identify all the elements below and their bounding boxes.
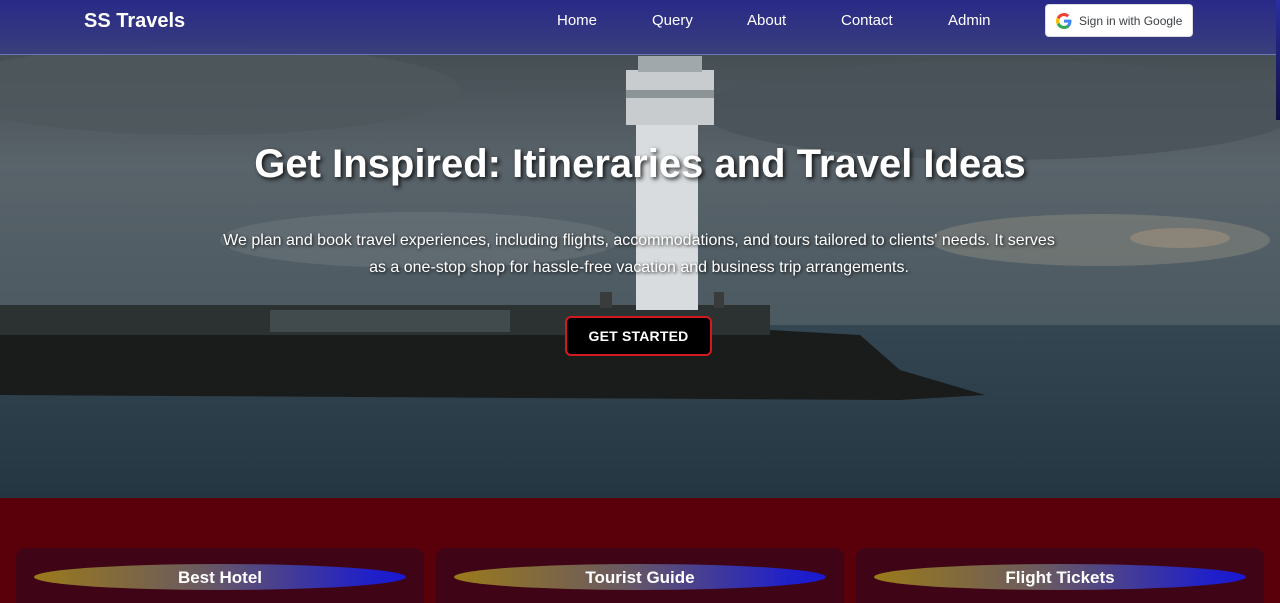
card-title-ellipse: Best Hotel xyxy=(34,564,406,590)
scrollbar-edge xyxy=(1276,0,1280,120)
card-title-ellipse: Flight Tickets xyxy=(874,564,1246,590)
service-card-best-hotel[interactable]: Best Hotel xyxy=(16,548,424,603)
hero-description: We plan and book travel experiences, inc… xyxy=(223,232,1055,276)
google-signin-button[interactable]: Sign in with Google xyxy=(1045,4,1193,37)
nav-link-query[interactable]: Query xyxy=(652,12,693,29)
nav-link-contact[interactable]: Contact xyxy=(841,12,893,29)
nav-link-admin[interactable]: Admin xyxy=(948,12,991,29)
card-title-ellipse: Tourist Guide xyxy=(454,564,826,590)
card-title: Tourist Guide xyxy=(585,568,695,587)
hero-section: Get Inspired: Itineraries and Travel Ide… xyxy=(0,0,1280,498)
service-card-tourist-guide[interactable]: Tourist Guide xyxy=(436,548,844,603)
get-started-button[interactable]: GET STARTED xyxy=(565,316,712,356)
card-title: Best Hotel xyxy=(177,568,263,587)
page: Get Inspired: Itineraries and Travel Ide… xyxy=(0,0,1280,603)
google-signin-label: Sign in with Google xyxy=(1079,13,1183,28)
nav-link-home[interactable]: Home xyxy=(557,12,597,29)
google-icon xyxy=(1056,12,1072,29)
service-card-flight-tickets[interactable]: Flight Tickets xyxy=(856,548,1264,603)
nav-link-about[interactable]: About xyxy=(747,12,786,29)
services-section: Best Hotel Tourist Guide Flight Tickets xyxy=(0,498,1280,603)
navbar: SS Travels Home Query About Contact Admi… xyxy=(0,0,1280,55)
hero-title: Get Inspired: Itineraries and Travel Ide… xyxy=(254,142,1026,186)
brand-logo[interactable]: SS Travels xyxy=(84,10,185,33)
card-title: Flight Tickets xyxy=(1005,568,1115,587)
